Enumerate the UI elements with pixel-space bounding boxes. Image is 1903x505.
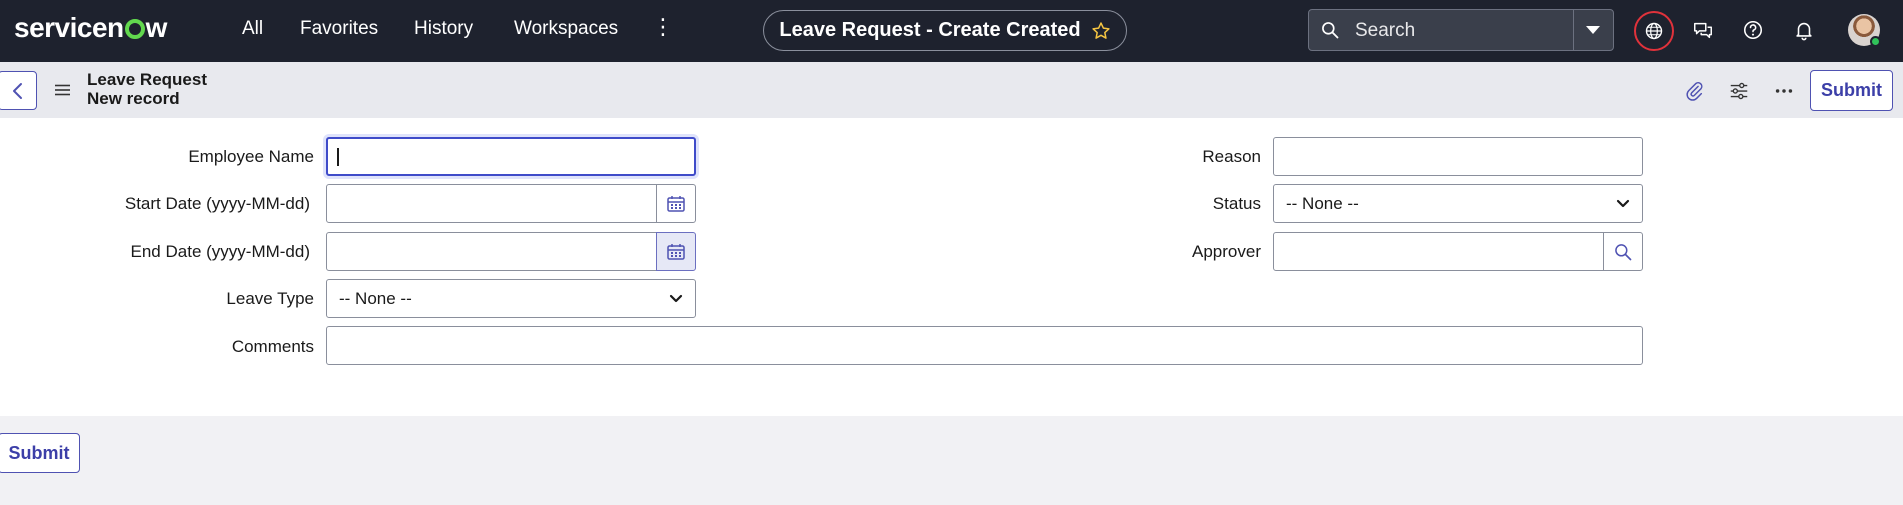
text-cursor <box>337 148 339 166</box>
chat-icon[interactable] <box>1692 19 1714 41</box>
nav-link-all[interactable]: All <box>242 18 263 40</box>
search-divider <box>1573 10 1574 50</box>
status-label: Status <box>1212 194 1261 213</box>
end-date-calendar-button[interactable] <box>656 232 696 271</box>
magnifier-icon <box>1615 243 1632 260</box>
search-placeholder: Search <box>1355 20 1416 41</box>
more-icon[interactable] <box>1773 80 1795 102</box>
context-title-pill[interactable]: Leave Request - Create Created <box>763 10 1127 51</box>
user-avatar[interactable] <box>1848 14 1881 47</box>
logo-o-icon <box>124 19 145 39</box>
employee-name-label: Employee Name <box>188 147 314 166</box>
chevron-down-icon <box>669 294 683 302</box>
settings-sliders-icon[interactable] <box>1728 80 1750 102</box>
reason-input[interactable] <box>1273 137 1643 176</box>
global-search[interactable]: Search <box>1308 9 1614 51</box>
record-title: Leave Request <box>87 70 207 89</box>
star-icon[interactable] <box>1091 21 1111 41</box>
reason-label: Reason <box>1202 147 1261 166</box>
approver-lookup-button[interactable] <box>1603 232 1643 271</box>
nav-link-workspaces[interactable]: Workspaces <box>514 18 618 40</box>
globe-icon <box>1645 22 1663 40</box>
status-select[interactable]: -- None -- <box>1273 184 1643 223</box>
comments-input[interactable] <box>326 326 1643 365</box>
start-date-input[interactable] <box>326 184 658 223</box>
end-date-label: End Date (yyyy-MM-dd) <box>130 242 310 261</box>
context-title: Leave Request - Create Created <box>779 19 1081 41</box>
nav-link-history[interactable]: History <box>414 18 473 40</box>
comments-label: Comments <box>231 337 314 356</box>
record-subtitle: New record <box>87 89 180 108</box>
logo-text-prefix: servicen <box>14 12 124 43</box>
back-button[interactable] <box>0 71 37 110</box>
approver-input[interactable] <box>1273 232 1605 271</box>
servicenow-logo[interactable]: servicen w <box>14 12 167 44</box>
dropdown-caret-icon[interactable] <box>1586 26 1600 34</box>
leave-type-label: Leave Type <box>226 289 314 308</box>
approver-label: Approver <box>1192 242 1261 261</box>
end-date-input[interactable] <box>326 232 658 271</box>
calendar-icon <box>667 195 685 212</box>
logo-text-suffix: w <box>145 12 168 43</box>
search-icon <box>1322 22 1339 39</box>
back-icon <box>12 82 22 99</box>
online-status-dot <box>1870 36 1881 47</box>
globe-button[interactable] <box>1634 11 1674 51</box>
more-menu-icon[interactable]: ⋮ <box>652 16 674 38</box>
start-date-label: Start Date (yyyy-MM-dd) <box>124 194 310 213</box>
record-header: Leave Request New record Submit <box>0 62 1903 118</box>
chevron-down-icon <box>1616 199 1630 207</box>
start-date-calendar-button[interactable] <box>656 184 696 223</box>
leave-type-selected: -- None -- <box>339 288 412 308</box>
help-icon[interactable] <box>1742 19 1764 41</box>
submit-button-bottom[interactable]: Submit <box>0 433 80 473</box>
leave-type-select[interactable]: -- None -- <box>326 279 696 318</box>
record-title-block: Leave Request New record <box>87 70 207 108</box>
calendar-icon <box>667 243 685 260</box>
menu-icon[interactable] <box>55 84 70 96</box>
record-form: Employee Name Start Date (yyyy-MM-dd) En… <box>0 118 1903 416</box>
bell-icon[interactable] <box>1793 19 1815 41</box>
submit-button-top[interactable]: Submit <box>1810 70 1893 111</box>
status-selected: -- None -- <box>1286 193 1359 213</box>
paperclip-icon[interactable] <box>1683 80 1705 102</box>
nav-link-favorites[interactable]: Favorites <box>300 18 378 40</box>
top-navigation-bar: servicen w All Favorites History Workspac… <box>0 0 1903 62</box>
employee-name-input[interactable] <box>326 137 696 176</box>
